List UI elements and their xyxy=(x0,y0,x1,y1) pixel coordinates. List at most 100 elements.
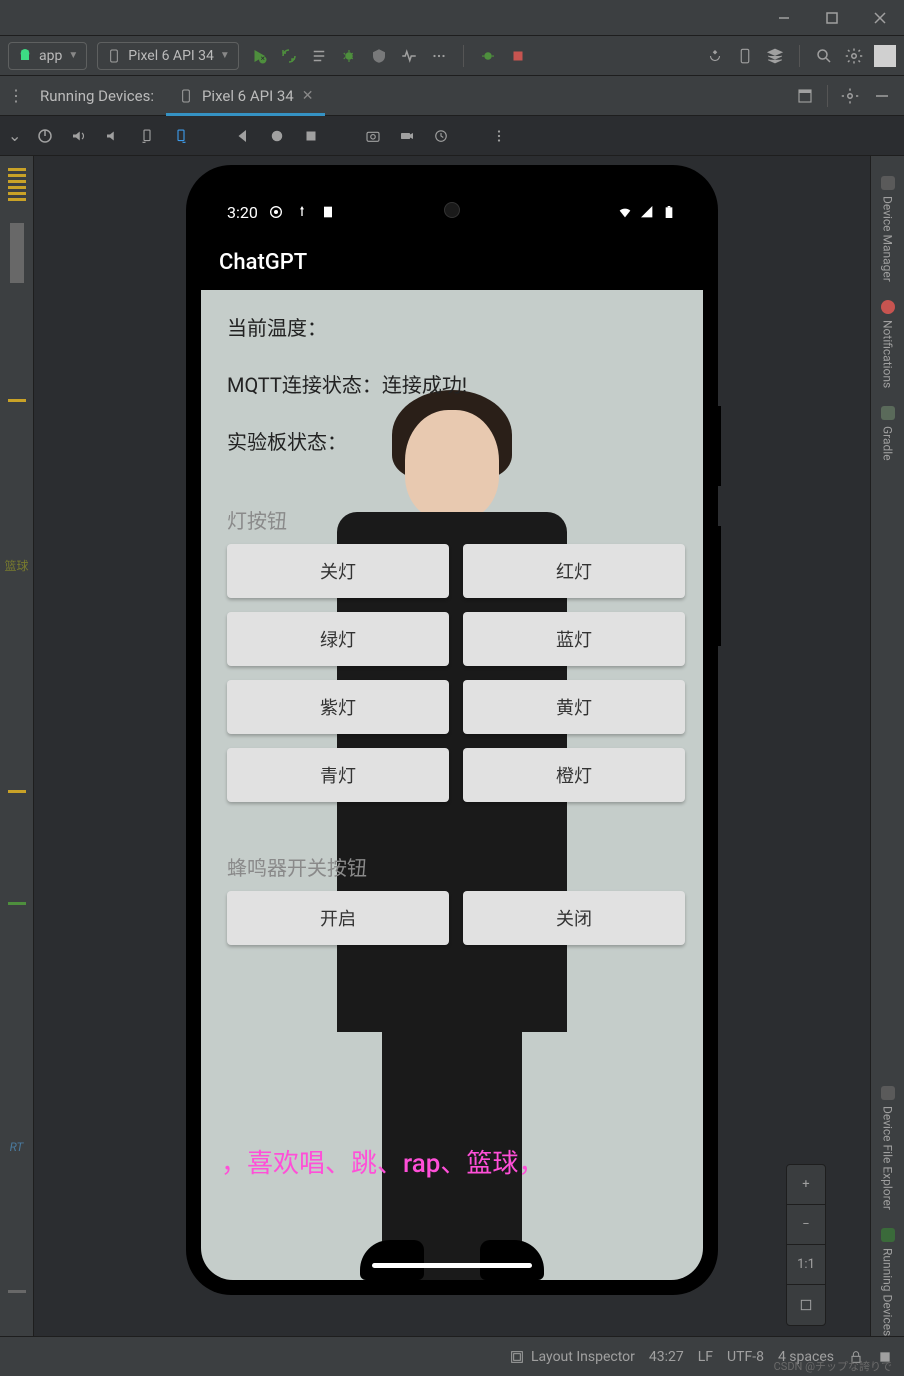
chevron-down-icon[interactable]: ⌄ xyxy=(8,126,21,145)
status-bar: Layout Inspector 43:27 LF UTF-8 4 spaces xyxy=(0,1336,904,1376)
sdk-manager-icon[interactable] xyxy=(765,46,785,66)
buzzer-on-button[interactable]: 开启 xyxy=(227,891,449,945)
temperature-label: 当前温度： xyxy=(227,312,685,341)
gesture-bar[interactable] xyxy=(372,1263,532,1268)
more-actions-icon[interactable] xyxy=(429,46,449,66)
phone-screen[interactable]: 3:20 ChatGPT xyxy=(201,180,703,1280)
gutter-mark xyxy=(8,399,26,402)
search-icon[interactable] xyxy=(814,46,834,66)
home-icon[interactable] xyxy=(267,126,287,146)
buzzer-off-button[interactable]: 关闭 xyxy=(463,891,685,945)
code-changes-button[interactable] xyxy=(309,46,329,66)
notifications-tab[interactable]: Notifications xyxy=(881,300,895,388)
scrollbar-thumb[interactable] xyxy=(10,223,24,283)
emulator-viewport: 3:20 ChatGPT xyxy=(34,156,870,1336)
profiler-button[interactable] xyxy=(399,46,419,66)
module-selector[interactable]: app ▼ xyxy=(8,42,87,70)
bell-icon xyxy=(881,300,895,314)
debug-button[interactable] xyxy=(339,46,359,66)
device-name: Pixel 6 API 34 xyxy=(128,48,214,64)
volume-up-icon[interactable] xyxy=(69,126,89,146)
apply-changes-button[interactable] xyxy=(279,46,299,66)
cursor-position[interactable]: 43:27 xyxy=(649,1349,684,1365)
zoom-actual-button[interactable] xyxy=(787,1285,825,1325)
gutter-mark xyxy=(8,902,26,905)
coverage-button[interactable] xyxy=(369,46,389,66)
separator xyxy=(799,45,800,67)
gradle-tab[interactable]: Gradle xyxy=(881,406,895,461)
avatar[interactable] xyxy=(874,45,896,67)
record-icon[interactable] xyxy=(397,126,417,146)
lights-button-grid: 关灯 红灯 绿灯 蓝灯 紫灯 黄灯 青灯 橙灯 xyxy=(227,544,685,802)
attach-debugger-button[interactable] xyxy=(478,46,498,66)
running-devices-tab[interactable]: Running Devices xyxy=(881,1228,895,1336)
light-off-button[interactable]: 关灯 xyxy=(227,544,449,598)
close-button[interactable] xyxy=(864,2,896,34)
light-purple-button[interactable]: 紫灯 xyxy=(227,680,449,734)
phone-frame: 3:20 ChatGPT xyxy=(187,166,717,1294)
light-cyan-button[interactable]: 青灯 xyxy=(227,748,449,802)
chevron-down-icon: ▼ xyxy=(68,50,78,61)
light-yellow-button[interactable]: 黄灯 xyxy=(463,680,685,734)
running-devices-label: Running Devices: xyxy=(28,87,166,105)
screenshot-icon[interactable] xyxy=(363,126,383,146)
zoom-fit-button[interactable]: 1:1 xyxy=(787,1245,825,1285)
device-file-explorer-tab[interactable]: Device File Explorer xyxy=(881,1086,895,1210)
hide-panel-icon[interactable] xyxy=(872,86,892,106)
app-content: 当前温度： MQTT连接状态：连接成功! 实验板状态： 灯按钮 关灯 红灯 绿灯… xyxy=(201,290,703,1280)
device-selector[interactable]: Pixel 6 API 34 ▼ xyxy=(97,42,239,70)
zoom-out-button[interactable]: − xyxy=(787,1205,825,1245)
zoom-in-button[interactable]: + xyxy=(787,1165,825,1205)
light-red-button[interactable]: 红灯 xyxy=(463,544,685,598)
right-tool-strip: Device Manager Notifications Gradle Devi… xyxy=(870,156,904,1336)
menu-icon[interactable]: ⋮ xyxy=(4,86,28,105)
close-tab-icon[interactable]: ✕ xyxy=(302,88,314,104)
more-icon[interactable] xyxy=(489,126,509,146)
rotate-left-icon[interactable] xyxy=(137,126,157,146)
light-blue-button[interactable]: 蓝灯 xyxy=(463,612,685,666)
emulator-toolbar: ⌄ xyxy=(0,116,904,156)
snapshot-icon[interactable] xyxy=(431,126,451,146)
gutter-marks xyxy=(8,168,26,201)
window-titlebar xyxy=(0,0,904,36)
watermark: CSDN @チップな誇りで xyxy=(774,1358,892,1374)
maximize-button[interactable] xyxy=(816,2,848,34)
main-toolbar: app ▼ Pixel 6 API 34 ▼ xyxy=(0,36,904,76)
window-mode-icon[interactable] xyxy=(795,86,815,106)
status-icon xyxy=(320,204,336,220)
status-icon xyxy=(268,204,284,220)
sync-gradle-icon[interactable] xyxy=(705,46,725,66)
avd-manager-icon[interactable] xyxy=(735,46,755,66)
gutter-mark xyxy=(8,790,26,793)
light-orange-button[interactable]: 橙灯 xyxy=(463,748,685,802)
file-encoding[interactable]: UTF-8 xyxy=(727,1349,764,1365)
run-button[interactable] xyxy=(249,46,269,66)
battery-icon xyxy=(661,204,677,220)
overview-icon[interactable] xyxy=(301,126,321,146)
device-manager-icon xyxy=(881,176,895,190)
panel-settings-icon[interactable] xyxy=(840,86,860,106)
volume-down-icon[interactable] xyxy=(103,126,123,146)
settings-icon[interactable] xyxy=(844,46,864,66)
wifi-icon xyxy=(617,204,633,220)
line-ending[interactable]: LF xyxy=(698,1349,713,1365)
layout-inspector-button[interactable]: Layout Inspector xyxy=(509,1349,635,1365)
marquee-text: ，喜欢唱、跳、rap、篮球， xyxy=(201,1143,703,1180)
light-green-button[interactable]: 绿灯 xyxy=(227,612,449,666)
stop-button[interactable] xyxy=(508,46,528,66)
buzzer-button-grid: 开启 关闭 xyxy=(227,891,685,945)
app-title: ChatGPT xyxy=(219,250,307,275)
minimize-button[interactable] xyxy=(768,2,800,34)
emulator-tab[interactable]: Pixel 6 API 34 ✕ xyxy=(166,76,326,116)
phone-icon xyxy=(881,1228,895,1242)
running-devices-tab-bar: ⋮ Running Devices: Pixel 6 API 34 ✕ xyxy=(0,76,904,116)
signal-icon xyxy=(639,204,655,220)
chevron-down-icon: ▼ xyxy=(220,50,230,61)
back-icon[interactable] xyxy=(233,126,253,146)
rotate-right-icon[interactable] xyxy=(171,126,191,146)
lights-section-label: 灯按钮 xyxy=(227,505,685,534)
mqtt-status-label: MQTT连接状态：连接成功! xyxy=(227,369,685,398)
gradle-icon xyxy=(881,406,895,420)
device-manager-tab[interactable]: Device Manager xyxy=(881,176,895,282)
power-icon[interactable] xyxy=(35,126,55,146)
